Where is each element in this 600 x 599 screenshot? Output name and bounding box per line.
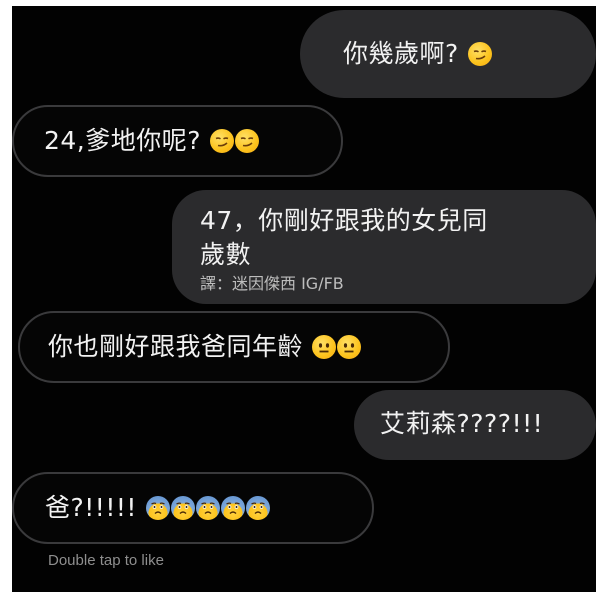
fearful-face-emoji-icon (146, 496, 171, 520)
message-text-line: 歲數 (200, 240, 252, 269)
fearful-face-emoji-icon (196, 496, 221, 520)
chat-screen: 你幾歲啊? 24,爹地你呢? 47，你剛好跟我的女兒同 歲數 譯：迷因傑西 IG… (12, 6, 596, 592)
message-bubble-sent[interactable]: 艾莉森????!!! (354, 390, 596, 460)
message-text: 爸?!!!!! (45, 493, 137, 522)
message-text: 你幾歲啊? (343, 39, 459, 68)
message-bubble-sent[interactable]: 47，你剛好跟我的女兒同 歲數 譯：迷因傑西 IG/FB (172, 190, 596, 304)
message-bubble-received[interactable]: 你也剛好跟我爸同年齡 (18, 311, 450, 383)
double-tap-to-like-hint: Double tap to like (48, 552, 164, 569)
smirk-emoji-icon (468, 42, 493, 66)
message-text-line: 47，你剛好跟我的女兒同 (200, 206, 488, 235)
message-text: 24,爹地你呢? (44, 126, 202, 155)
smirk-emoji-icon (210, 129, 235, 153)
neutral-face-emoji-icon (312, 335, 337, 359)
fearful-face-emoji-icon (171, 496, 196, 520)
message-text: 艾莉森????!!! (380, 409, 544, 438)
smirk-emoji-icon (235, 129, 260, 153)
message-bubble-received[interactable]: 爸?!!!!! (12, 472, 374, 544)
translator-credit: 譯：迷因傑西 IG/FB (200, 274, 344, 293)
neutral-face-emoji-icon (337, 335, 362, 359)
fearful-face-emoji-icon (246, 496, 271, 520)
message-text: 你也剛好跟我爸同年齡 (48, 332, 304, 361)
message-bubble-received[interactable]: 24,爹地你呢? (12, 105, 343, 177)
message-bubble-sent[interactable]: 你幾歲啊? (300, 10, 596, 98)
fearful-face-emoji-icon (221, 496, 246, 520)
